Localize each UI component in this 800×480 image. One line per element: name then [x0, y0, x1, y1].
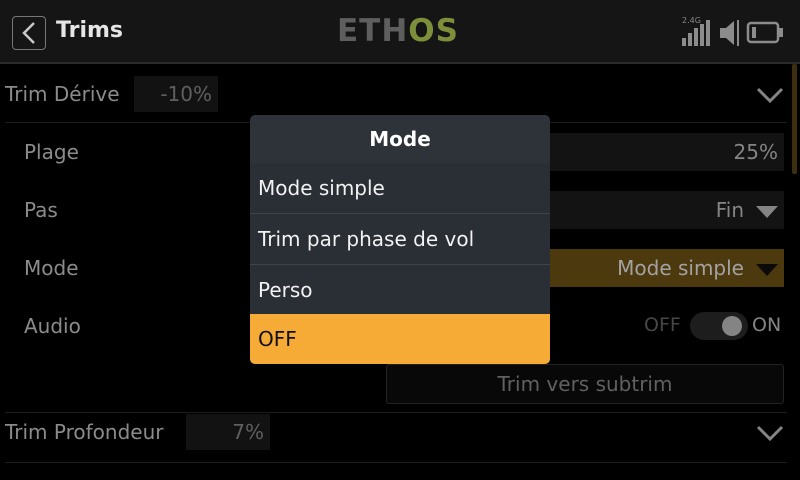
- back-arrow-icon: [22, 22, 35, 44]
- popup-option-trim-phase[interactable]: Trim par phase de vol: [250, 214, 550, 264]
- popup-option-mode-simple[interactable]: Mode simple: [250, 163, 550, 213]
- status-area: 2.4G: [680, 16, 790, 48]
- speaker-icon: [720, 21, 734, 45]
- popup-option-perso[interactable]: Perso: [250, 265, 550, 315]
- mode-popup: Mode Mode simple Trim par phase de vol P…: [250, 115, 550, 364]
- page-title: Trims: [56, 18, 123, 43]
- ethos-logo: ETHOS: [337, 13, 459, 49]
- popup-option-off[interactable]: OFF: [250, 314, 550, 364]
- header-bar: Trims ETHOS 2.4G: [0, 0, 800, 62]
- popup-title: Mode: [369, 127, 431, 151]
- back-button[interactable]: [12, 16, 46, 50]
- band-label: 2.4G: [682, 16, 701, 25]
